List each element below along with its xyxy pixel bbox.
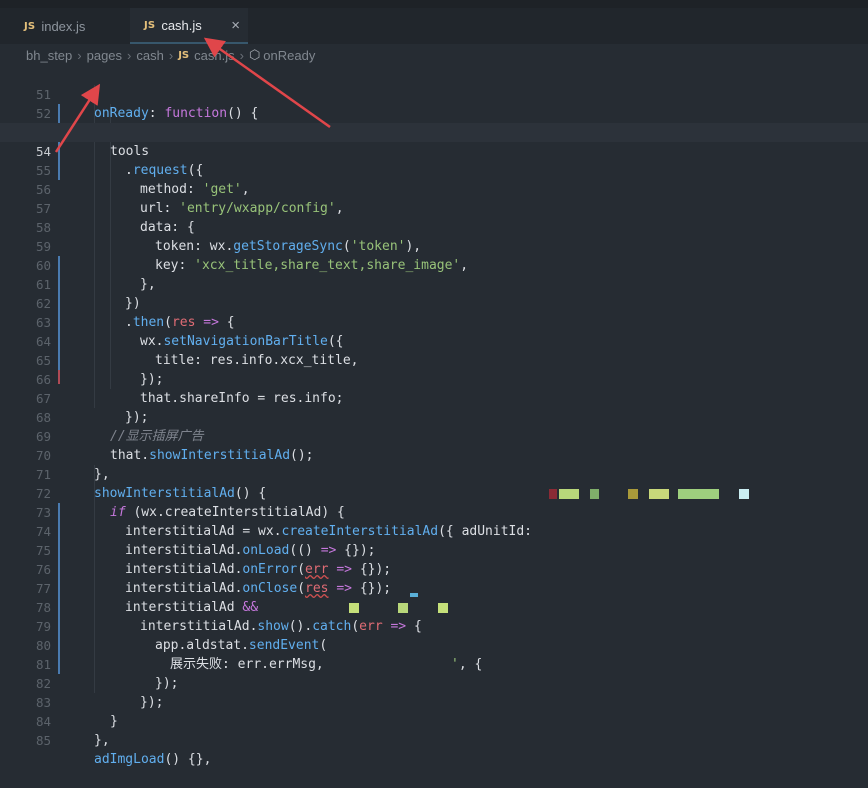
arrow-to-tab — [203, 37, 331, 129]
annotation-arrows — [54, 37, 331, 153]
line-number: 85 — [35, 733, 51, 748]
arrow-to-onready — [54, 83, 101, 153]
